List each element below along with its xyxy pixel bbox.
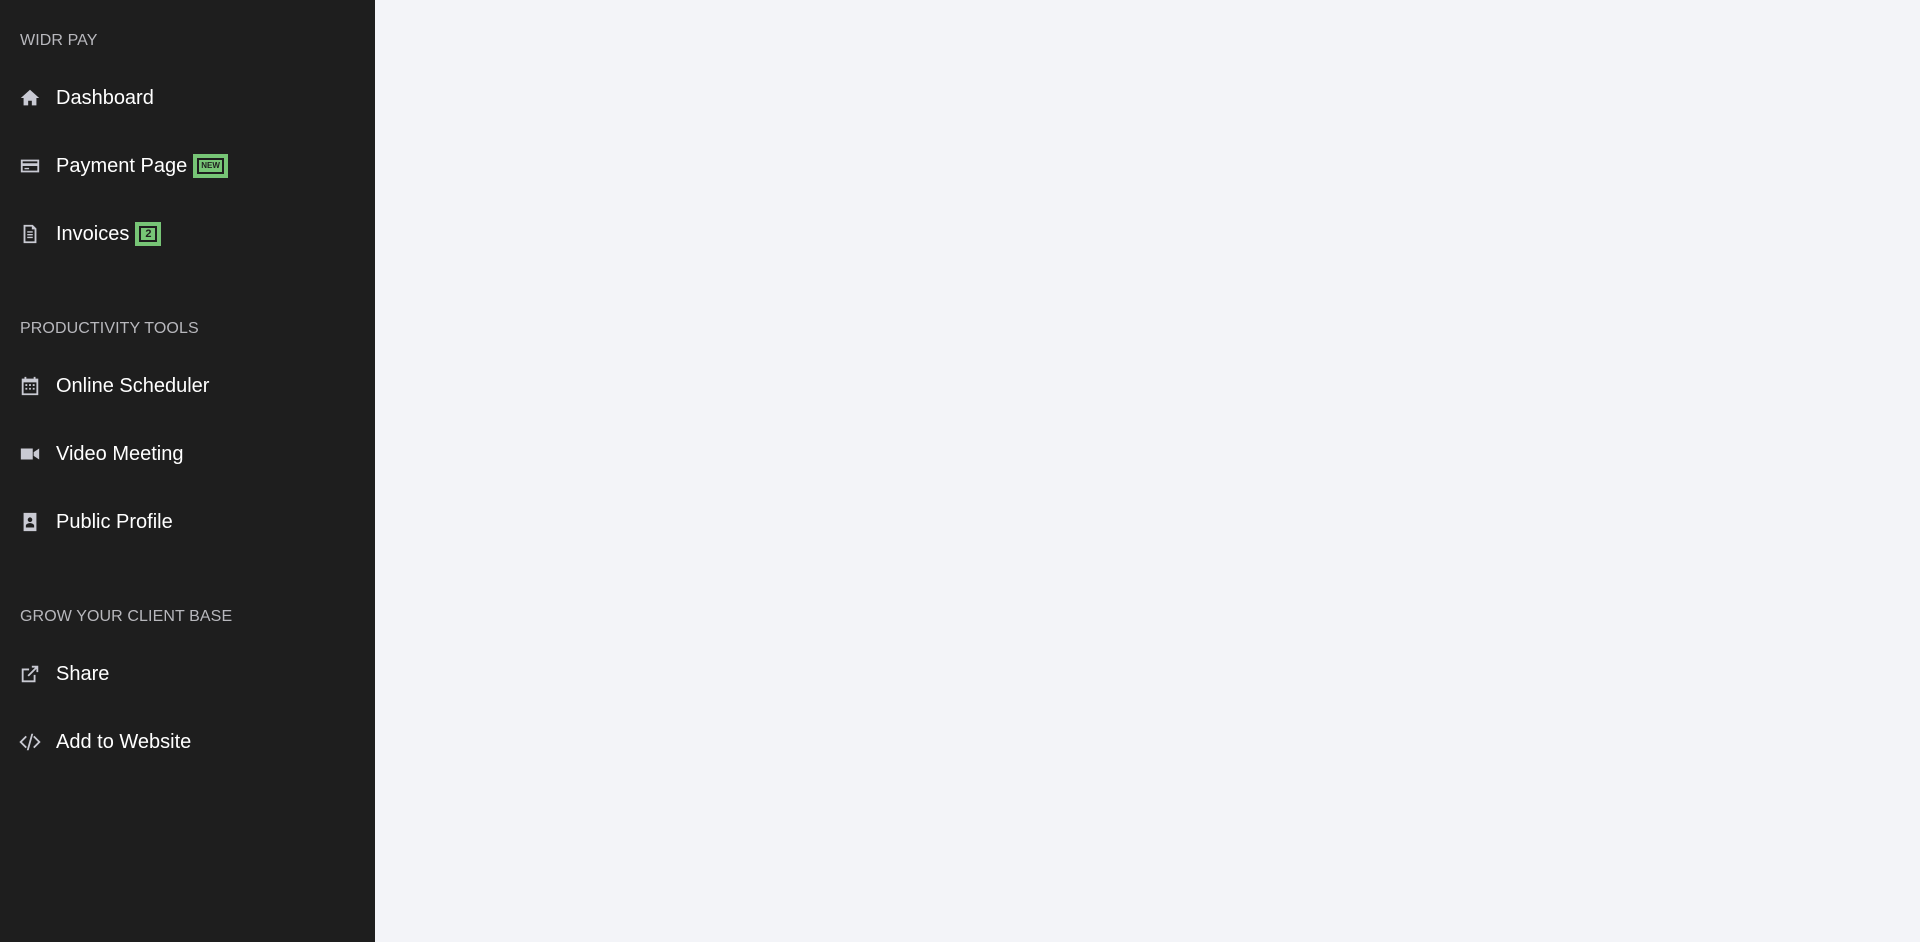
external-link-icon <box>18 662 42 686</box>
calendar-icon <box>18 374 42 398</box>
main-content <box>375 0 1920 942</box>
new-badge: NEW <box>193 154 228 178</box>
video-camera-icon <box>18 442 42 466</box>
sidebar-item-label: Invoices <box>56 222 130 245</box>
sidebar-item-label: Share <box>56 662 110 685</box>
section-grow-client-base: GROW YOUR CLIENT BASE Share Add to Websi… <box>0 606 375 776</box>
home-icon <box>18 86 42 110</box>
code-icon <box>18 730 42 754</box>
sidebar-item-invoices[interactable]: Invoices 2 <box>0 200 375 268</box>
sidebar-item-label: Video Meeting <box>56 442 184 465</box>
sidebar-item-payment-page[interactable]: Payment Page NEW <box>0 132 375 200</box>
sidebar-item-label: Payment Page <box>56 154 188 177</box>
sidebar-item-label: Public Profile <box>56 510 173 533</box>
section-title: WIDR PAY <box>20 32 98 49</box>
invoice-icon <box>18 222 42 246</box>
sidebar-item-video-meeting[interactable]: Video Meeting <box>0 420 375 488</box>
badge-text: 2 <box>139 226 158 242</box>
section-productivity-tools: PRODUCTIVITY TOOLS Online Scheduler Vide… <box>0 318 375 556</box>
sidebar-item-label: Online Scheduler <box>56 374 210 397</box>
section-title: PRODUCTIVITY TOOLS <box>20 320 199 337</box>
badge-text: NEW <box>197 158 224 174</box>
credit-card-icon <box>18 154 42 178</box>
app-window: WIDR PAY Dashboard Payment Page NEW Invo… <box>0 0 1920 942</box>
sidebar-item-label: Dashboard <box>56 86 154 109</box>
sidebar-item-online-scheduler[interactable]: Online Scheduler <box>0 352 375 420</box>
section-title: GROW YOUR CLIENT BASE <box>20 608 233 625</box>
sidebar-item-public-profile[interactable]: Public Profile <box>0 488 375 556</box>
sidebar: WIDR PAY Dashboard Payment Page NEW Invo… <box>0 0 375 942</box>
sidebar-item-label: Add to Website <box>56 730 192 753</box>
count-badge: 2 <box>135 222 162 246</box>
profile-badge-icon <box>18 510 42 534</box>
sidebar-item-share[interactable]: Share <box>0 640 375 708</box>
sidebar-item-add-to-website[interactable]: Add to Website <box>0 708 375 776</box>
section-widr-pay: WIDR PAY Dashboard Payment Page NEW Invo… <box>0 30 375 268</box>
sidebar-item-dashboard[interactable]: Dashboard <box>0 64 375 132</box>
